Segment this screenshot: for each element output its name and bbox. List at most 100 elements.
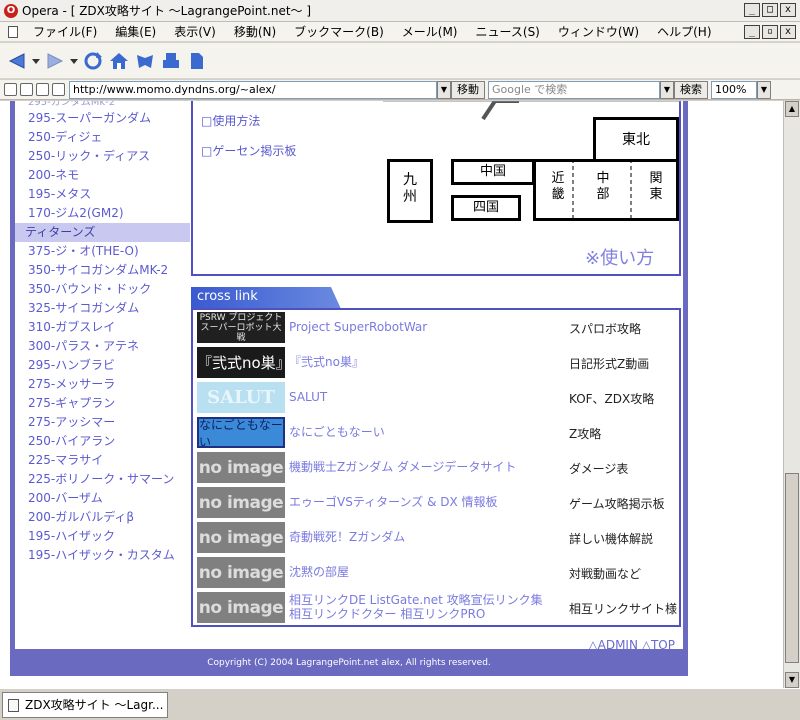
region-tohoku[interactable]: 東北 bbox=[593, 117, 679, 163]
minimize-button[interactable]: _ bbox=[744, 3, 760, 17]
nav-item[interactable]: 275-ギャプラン bbox=[15, 394, 190, 413]
crosslink-site-desc: KOF、ZDX攻略 bbox=[569, 392, 655, 406]
nav-item[interactable]: 295-ハンブラビ bbox=[15, 356, 190, 375]
nav-item[interactable]: 170-ジム2(GM2) bbox=[15, 204, 190, 223]
crosslink-site-link[interactable]: 相互リンクDE ListGate.net 攻略宣伝リンク集 相互リンクドクター … bbox=[289, 593, 543, 621]
hotlist-icon[interactable] bbox=[134, 50, 156, 72]
menu-file[interactable]: ファイル(F) bbox=[24, 23, 106, 40]
nav-item[interactable]: 295-ガンダムMk-2 bbox=[15, 101, 190, 109]
nav-item[interactable]: 375-ジ・オ(THE-O) bbox=[15, 242, 190, 261]
no-image-banner[interactable]: no image bbox=[197, 592, 285, 623]
menu-news[interactable]: ニュース(S) bbox=[466, 23, 548, 40]
page-tab-bar: ZDX攻略サイト ～Lagr... bbox=[0, 688, 800, 720]
admin-top-links[interactable]: △ADMIN △TOP bbox=[588, 638, 675, 652]
menu-window[interactable]: ウィンドウ(W) bbox=[549, 23, 648, 40]
zoom-field[interactable]: 100% bbox=[711, 80, 757, 99]
nisiki-banner[interactable]: 『弐式no巣』 bbox=[197, 347, 285, 378]
region-shikoku[interactable]: 四国 bbox=[451, 195, 521, 221]
nav-item[interactable]: 325-サイコガンダム bbox=[15, 299, 190, 318]
doc-minimize-button[interactable]: _ bbox=[744, 25, 760, 39]
crosslink-site-link[interactable]: Project SuperRobotWar bbox=[289, 320, 427, 334]
nav-item[interactable]: 250-ディジェ bbox=[15, 128, 190, 147]
page-tab[interactable]: ZDX攻略サイト ～Lagr... bbox=[2, 692, 168, 718]
nav-item[interactable]: 195-メタス bbox=[15, 185, 190, 204]
salut-banner[interactable]: SALUT bbox=[197, 382, 285, 413]
nav-item[interactable]: 250-リック・ディアス bbox=[15, 147, 190, 166]
vertical-scrollbar[interactable]: ▲ ▼ bbox=[783, 101, 800, 688]
crosslink-site-link[interactable]: SALUT bbox=[289, 390, 327, 404]
crosslink-site-link[interactable]: エゥーゴVSティターンズ & DX 情報板 bbox=[289, 495, 498, 509]
search-engine-dropdown-icon[interactable]: ▼ bbox=[660, 80, 674, 99]
nav-item[interactable]: 275-メッサーラ bbox=[15, 375, 190, 394]
menu-bookmarks[interactable]: ブックマーク(B) bbox=[285, 23, 393, 40]
print-icon[interactable] bbox=[160, 50, 182, 72]
doc-restore-button[interactable]: ▫ bbox=[762, 25, 778, 39]
menu-edit[interactable]: 編集(E) bbox=[106, 23, 165, 40]
no-image-banner[interactable]: no image bbox=[197, 557, 285, 588]
crosslink-site-link[interactable]: なにごともなーい bbox=[289, 425, 385, 439]
region-kanto[interactable]: 関 東 bbox=[641, 171, 671, 203]
nav-item[interactable]: 275-アッシマー bbox=[15, 413, 190, 432]
forward-icon[interactable] bbox=[44, 50, 66, 72]
zoom-dropdown-icon[interactable]: ▼ bbox=[757, 80, 771, 99]
cookie-icon[interactable] bbox=[20, 83, 33, 96]
region-chubu[interactable]: 中 部 bbox=[588, 171, 618, 203]
back-dropdown-icon[interactable] bbox=[32, 50, 40, 72]
psrw-banner[interactable]: PSRW プロジェクト スーパーロボット大戦 bbox=[197, 312, 285, 343]
crosslink-site-link[interactable]: 機動戦士Zガンダム ダメージデータサイト bbox=[289, 460, 516, 474]
nav-item[interactable]: 350-バウンド・ドック bbox=[15, 280, 190, 299]
menu-mail[interactable]: メール(M) bbox=[393, 23, 467, 40]
nav-item[interactable]: 300-パラス・アテネ bbox=[15, 337, 190, 356]
back-icon[interactable] bbox=[6, 50, 28, 72]
menu-navigate[interactable]: 移動(N) bbox=[225, 23, 285, 40]
nav-item[interactable]: 225-ボリノーク・サマーン bbox=[15, 470, 190, 489]
security-icon[interactable] bbox=[4, 83, 17, 96]
nanigoto-banner[interactable]: なにごともなーい bbox=[197, 417, 285, 448]
arcade-bbs-link[interactable]: □ゲーセン掲示板 bbox=[201, 142, 296, 159]
nav-item[interactable]: 350-サイコガンダムMK-2 bbox=[15, 261, 190, 280]
no-image-banner[interactable]: no image bbox=[197, 452, 285, 483]
usage-hint[interactable]: ※使い方 bbox=[585, 244, 654, 270]
reload-icon[interactable] bbox=[82, 50, 104, 72]
no-image-banner[interactable]: no image bbox=[197, 487, 285, 518]
document-icon[interactable] bbox=[8, 25, 18, 38]
home-icon[interactable] bbox=[108, 50, 130, 72]
page-icon[interactable] bbox=[186, 50, 208, 72]
url-input[interactable]: http://www.momo.dyndns.org/~alex/ bbox=[69, 80, 437, 99]
nav-item[interactable]: 195-ハイザック bbox=[15, 527, 190, 546]
scroll-thumb[interactable] bbox=[785, 473, 799, 663]
menu-help[interactable]: ヘルプ(H) bbox=[648, 23, 720, 40]
go-button[interactable]: 移動 bbox=[451, 80, 485, 99]
forward-dropdown-icon[interactable] bbox=[70, 50, 78, 72]
doc-close-button[interactable]: x bbox=[780, 25, 796, 39]
usage-link[interactable]: □使用方法 bbox=[201, 112, 260, 129]
nav-item[interactable]: 225-マラサイ bbox=[15, 451, 190, 470]
no-image-banner[interactable]: no image bbox=[197, 522, 285, 553]
region-kyushu[interactable]: 九 州 bbox=[387, 159, 433, 223]
close-button[interactable]: x bbox=[780, 3, 796, 17]
region-kinki[interactable]: 近 畿 bbox=[543, 171, 573, 203]
nav-item[interactable]: 200-バーザム bbox=[15, 489, 190, 508]
nav-item[interactable]: 310-ガブスレイ bbox=[15, 318, 190, 337]
nav-section-titans[interactable]: ティターンズ bbox=[15, 223, 190, 242]
page-frame: 295-ガンダムMk-2 295-スーパーガンダム 250-ディジェ 250-リ… bbox=[10, 101, 688, 676]
nav-item[interactable]: 200-ガルバルディβ bbox=[15, 508, 190, 527]
crosslink-site-link[interactable]: 『弐式no巣』 bbox=[289, 355, 364, 369]
nav-item[interactable]: 195-ハイザック・カスタム bbox=[15, 546, 190, 565]
image-toggle-icon[interactable] bbox=[36, 83, 49, 96]
crosslink-site-link[interactable]: 沈黙の部屋 bbox=[289, 565, 349, 579]
search-input[interactable]: Google で検索 bbox=[488, 80, 660, 99]
region-chugoku[interactable]: 中国 bbox=[451, 159, 535, 185]
crosslink-site-link[interactable]: 奇動戦死！Zガンダム bbox=[289, 530, 405, 544]
crosslink-row: no image 機動戦士Zガンダム ダメージデータサイト ダメージ表 bbox=[195, 451, 679, 484]
scroll-up-icon[interactable]: ▲ bbox=[785, 101, 799, 117]
maximize-button[interactable]: □ bbox=[762, 3, 778, 17]
user-mode-icon[interactable] bbox=[52, 83, 65, 96]
nav-item[interactable]: 250-バイアラン bbox=[15, 432, 190, 451]
url-dropdown-icon[interactable]: ▼ bbox=[437, 80, 451, 99]
nav-item[interactable]: 295-スーパーガンダム bbox=[15, 109, 190, 128]
nav-item[interactable]: 200-ネモ bbox=[15, 166, 190, 185]
scroll-down-icon[interactable]: ▼ bbox=[785, 672, 799, 688]
menu-view[interactable]: 表示(V) bbox=[165, 23, 225, 40]
search-button[interactable]: 検索 bbox=[674, 80, 708, 99]
